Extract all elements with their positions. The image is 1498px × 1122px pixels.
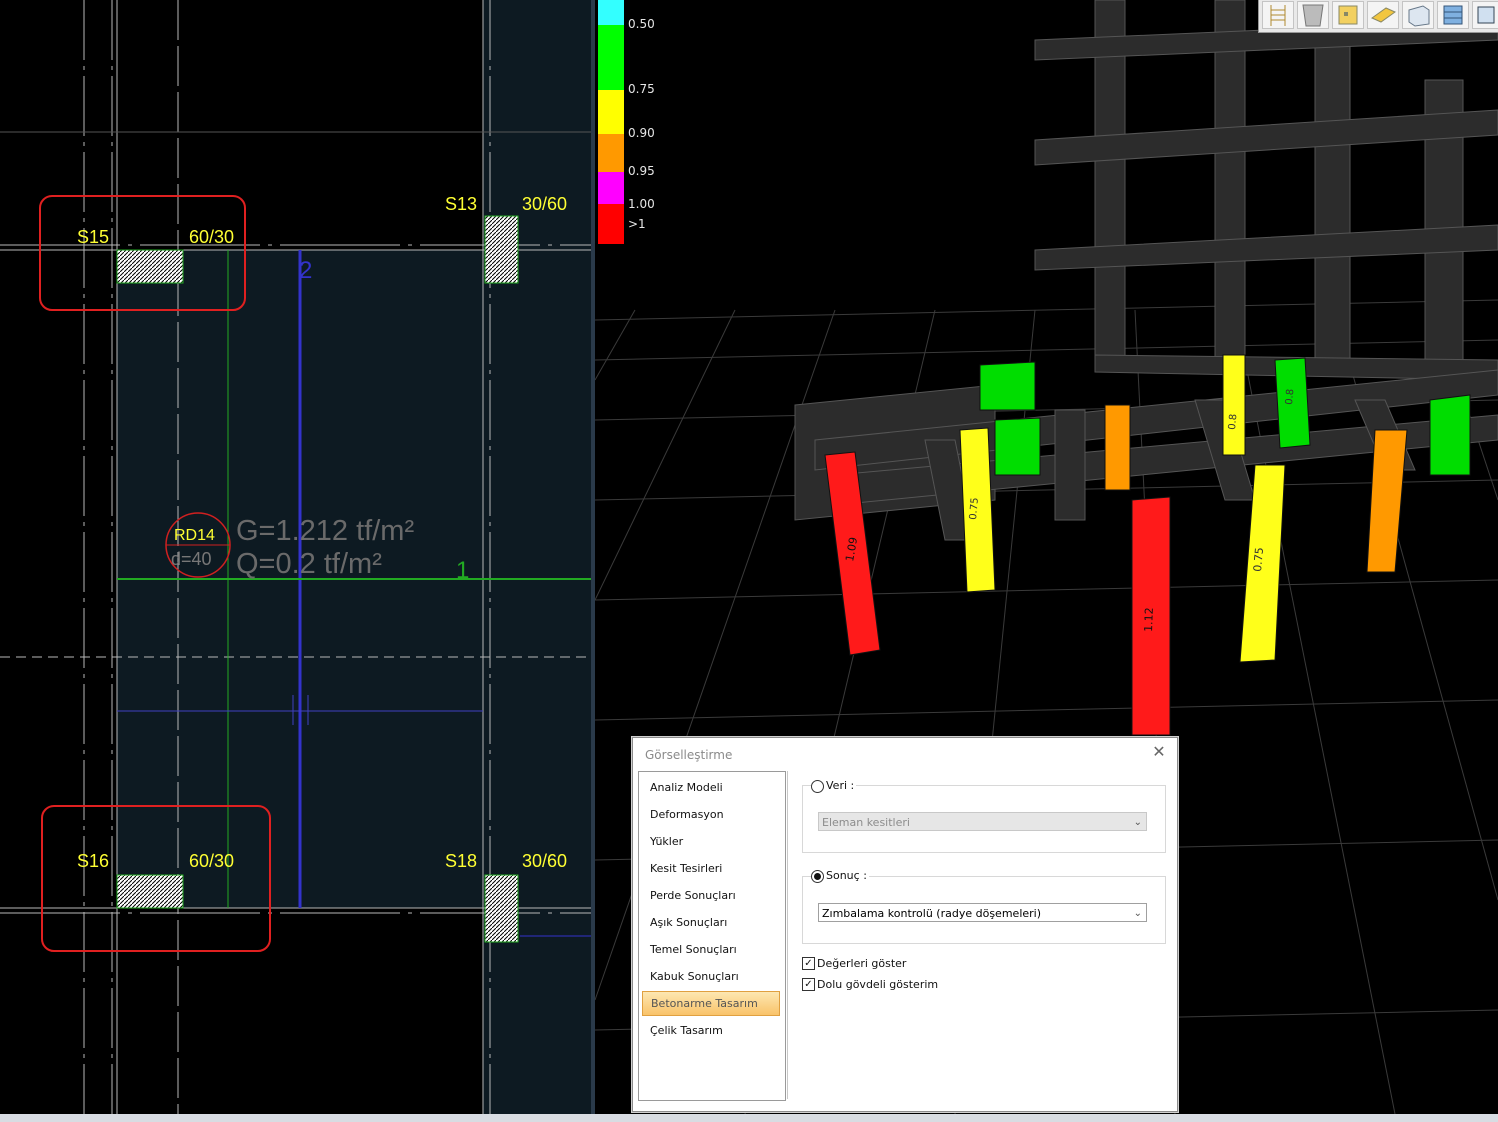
result-select[interactable]: Zımbalama kontrolü (radye döşemeleri) ⌄ <box>818 903 1147 922</box>
legend-label-0: 0.50 <box>628 17 655 31</box>
legend-label-1: 0.75 <box>628 82 655 96</box>
column-value-3: 0.75 <box>1251 547 1266 573</box>
chevron-down-icon: ⌄ <box>1133 817 1142 828</box>
slab-dead-load: G=1.212 tf/m² <box>236 515 414 547</box>
ladder-icon[interactable] <box>1262 1 1294 29</box>
legend-swatch-1 <box>598 25 624 90</box>
solid-body-label: Dolu gövdeli gösterim <box>817 978 939 991</box>
nav-item-loads[interactable]: Yükler <box>642 831 780 853</box>
column-3d-green-2 <box>1429 394 1471 476</box>
wall-icon[interactable] <box>1437 1 1469 29</box>
options-panel: Veri : Eleman kesitleri ⌄ Sonuç : Zımbal… <box>787 771 1174 1099</box>
nav-item-deformation[interactable]: Deformasyon <box>642 804 780 826</box>
chevron-down-icon: ⌄ <box>1133 908 1142 919</box>
legend-swatch-0 <box>598 0 624 25</box>
category-list: Analiz Modeli Deformasyon Yükler Kesit T… <box>638 771 786 1101</box>
legend-swatch-3 <box>598 134 624 172</box>
slab-live-load: Q=0.2 tf/m² <box>236 548 382 580</box>
adjacent-slab-area <box>483 0 591 1114</box>
legend-swatch-2 <box>598 90 624 134</box>
box-icon[interactable] <box>1402 1 1434 29</box>
column-size-s15: 60/30 <box>189 227 234 247</box>
dialog-title: Görselleştirme <box>645 748 733 762</box>
nav-item-concrete-design[interactable]: Betonarme Tasarım <box>642 991 780 1016</box>
result-select-value: Zımbalama kontrolü (radye döşemeleri) <box>822 907 1042 920</box>
data-radio[interactable] <box>811 780 824 793</box>
column-size-s13: 30/60 <box>522 194 567 214</box>
curtain-icon[interactable] <box>1297 1 1329 29</box>
result-radio-label: Sonuç : <box>824 869 869 882</box>
legend-swatch-4 <box>598 172 624 204</box>
column-3d-orange-2 <box>1104 404 1131 491</box>
wall-3d-green-1 <box>979 361 1036 411</box>
data-select-value: Eleman kesitleri <box>822 816 910 829</box>
legend-swatch-5 <box>598 204 624 244</box>
slab-thickness: d=40 <box>171 549 212 569</box>
legend-label-2: 0.90 <box>628 126 655 140</box>
show-values-label: Değerleri göster <box>817 957 907 970</box>
plan-view-pane[interactable]: 2 1 S15 60/30 S13 30/60 S16 60/30 S18 30… <box>0 0 591 1114</box>
column-s18 <box>484 874 519 943</box>
solid-body-checkbox[interactable]: ✓ <box>802 978 815 991</box>
column-size-s18: 30/60 <box>522 851 567 871</box>
column-value-4: 0.75 <box>968 497 981 520</box>
slab-id: RD14 <box>174 527 215 544</box>
data-select[interactable]: Eleman kesitleri ⌄ <box>818 812 1147 831</box>
legend-label-3: 0.95 <box>628 164 655 178</box>
panel-icon[interactable] <box>1332 1 1364 29</box>
column-value-5: 0.8 <box>1227 413 1239 430</box>
view-toolbar <box>1258 0 1498 33</box>
column-value-2: 1.12 <box>1142 607 1156 632</box>
column-s13 <box>484 215 519 284</box>
close-icon[interactable]: ✕ <box>1149 742 1169 762</box>
nav-item-shell-results[interactable]: Kabuk Sonuçları <box>642 966 780 988</box>
nav-item-purlin-results[interactable]: Aşık Sonuçları <box>642 912 780 934</box>
nav-item-foundation-results[interactable]: Temel Sonuçları <box>642 939 780 961</box>
wall-3d-green-2 <box>994 417 1041 476</box>
column-label-s15: S15 <box>77 227 109 247</box>
column-label-s16: S16 <box>77 851 109 871</box>
column-s16 <box>116 874 184 909</box>
beam-icon[interactable] <box>1367 1 1399 29</box>
cube-icon[interactable] <box>1472 1 1498 29</box>
data-radio-label: Veri : <box>824 779 857 792</box>
column-size-s16: 60/30 <box>189 851 234 871</box>
legend-label-4: 1.00 <box>628 197 655 211</box>
axis-1-label: 1 <box>456 557 469 584</box>
column-s15 <box>116 249 184 284</box>
result-radio[interactable] <box>811 870 824 883</box>
visualization-dialog: Görselleştirme ✕ Analiz Modeli Deformasy… <box>632 737 1178 1112</box>
column-value-6: 0.8 <box>1284 388 1296 405</box>
nav-item-section-forces[interactable]: Kesit Tesirleri <box>642 858 780 880</box>
column-label-s18: S18 <box>445 851 477 871</box>
nav-item-wall-results[interactable]: Perde Sonuçları <box>642 885 780 907</box>
column-3d-yellow-3 <box>1222 354 1246 456</box>
ratio-legend: 0.50 0.75 0.90 0.95 1.00 >1 <box>598 0 668 250</box>
nav-item-analysis-model[interactable]: Analiz Modeli <box>642 777 780 799</box>
plan-drawing: 2 1 S15 60/30 S13 30/60 S16 60/30 S18 30… <box>0 0 591 1114</box>
status-strip <box>0 1114 1498 1122</box>
column-label-s13: S13 <box>445 194 477 214</box>
show-values-checkbox[interactable]: ✓ <box>802 957 815 970</box>
axis-2-label: 2 <box>299 257 312 284</box>
nav-item-steel-design[interactable]: Çelik Tasarım <box>642 1020 780 1042</box>
legend-label-5: >1 <box>628 217 646 231</box>
